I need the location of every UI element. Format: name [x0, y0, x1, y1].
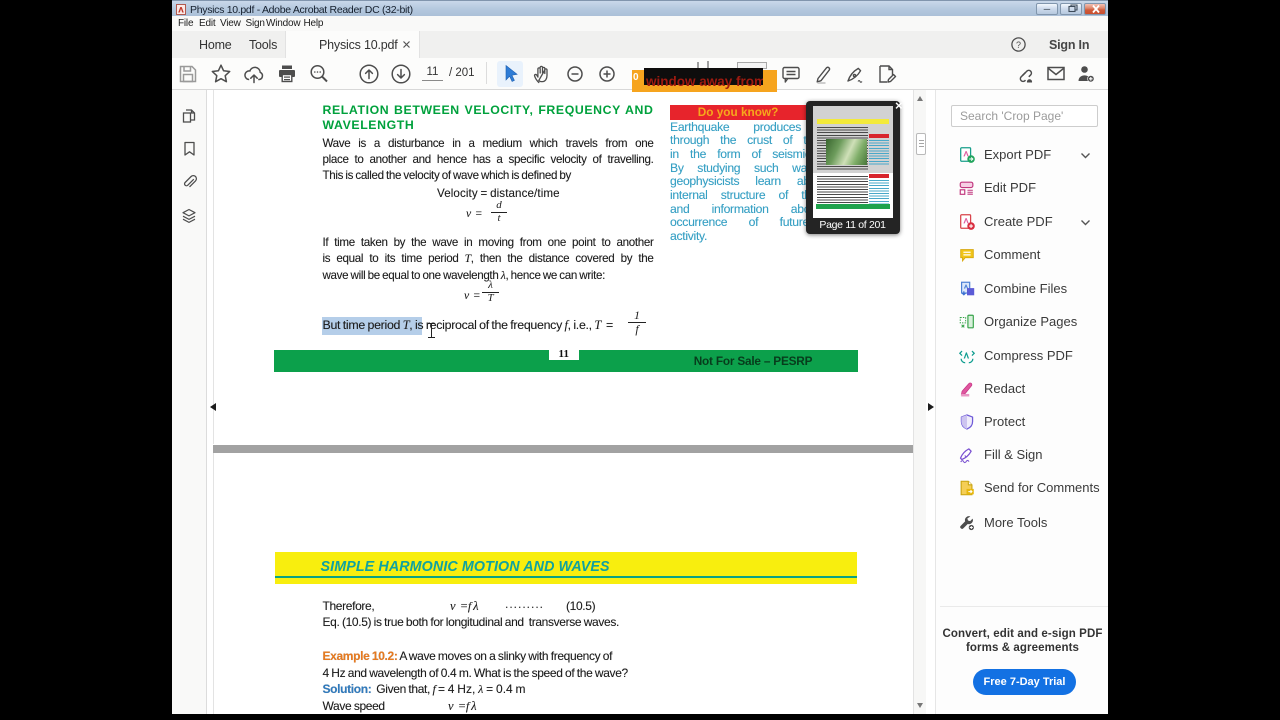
- svg-text:?: ?: [1016, 40, 1021, 50]
